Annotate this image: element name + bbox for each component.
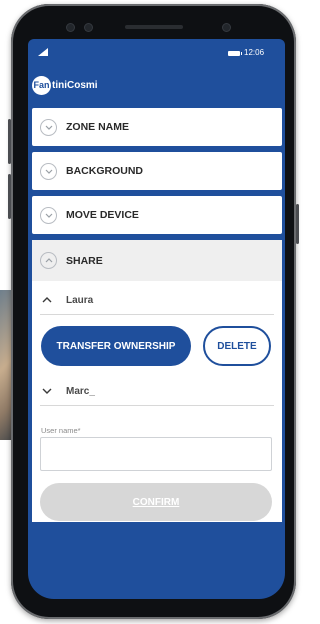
user-name: Marc_	[66, 385, 95, 397]
logo-badge: Fan	[32, 75, 51, 95]
chevron-down-icon	[40, 118, 57, 136]
app-logo: Fan tiniCosmi	[32, 75, 98, 95]
status-bar: 12:06	[28, 39, 285, 63]
bixby-button	[8, 174, 11, 219]
username-input[interactable]	[40, 437, 272, 471]
chevron-down-icon	[40, 206, 57, 224]
status-time: 12:06	[244, 48, 265, 57]
power-button	[296, 204, 299, 244]
section-zone-name[interactable]: ZONE NAME	[32, 108, 282, 146]
user-row-marc[interactable]: Marc_	[32, 379, 282, 403]
section-background[interactable]: BACKGROUND	[32, 152, 282, 190]
transfer-ownership-button[interactable]: TRANSFER OWNERSHIP	[41, 326, 191, 366]
logo-text: tiniCosmi	[52, 79, 98, 91]
share-title: SHARE	[66, 254, 103, 267]
front-camera-icon	[223, 24, 230, 31]
share-section: SHARE Laura TRANSFER OWNERSHIP DELETE Ma…	[32, 240, 282, 522]
user-name: Laura	[66, 294, 94, 306]
section-label: BACKGROUND	[66, 165, 143, 177]
chevron-down-icon	[40, 162, 57, 180]
signal-icon	[38, 48, 48, 56]
divider	[40, 314, 274, 315]
share-header[interactable]: SHARE	[32, 240, 282, 281]
battery-icon	[228, 51, 242, 56]
volume-button	[8, 119, 11, 164]
section-label: MOVE DEVICE	[66, 209, 139, 221]
earpiece-speaker	[125, 25, 183, 29]
top-bezel	[55, 22, 255, 32]
section-move-device[interactable]: MOVE DEVICE	[32, 196, 282, 234]
section-label: ZONE NAME	[66, 121, 129, 133]
sensor-icon	[67, 24, 74, 31]
chevron-up-icon	[40, 252, 57, 269]
app-screen: 12:06 Fan tiniCosmi ZONE NAME BACKGROUND…	[28, 39, 285, 599]
username-label: User name*	[41, 426, 81, 435]
divider	[40, 405, 274, 406]
chevron-down-icon	[42, 388, 52, 394]
user-row-laura[interactable]: Laura	[32, 288, 282, 312]
sensor-icon	[85, 24, 92, 31]
confirm-button[interactable]: CONFIRM	[40, 483, 272, 521]
delete-button[interactable]: DELETE	[203, 326, 271, 366]
chevron-up-icon	[42, 297, 52, 303]
